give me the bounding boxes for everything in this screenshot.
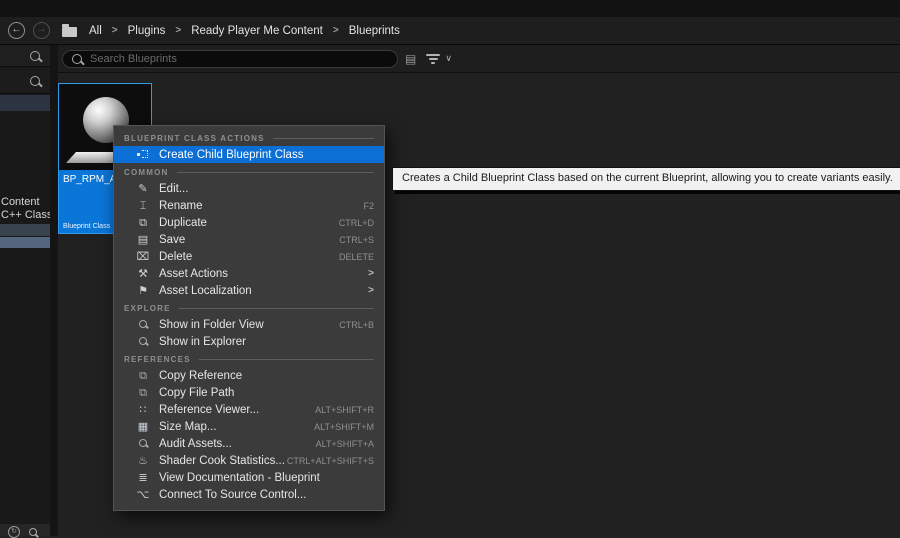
menu-item-copy-file-path[interactable]: ⧉ Copy File Path — [114, 384, 384, 401]
breadcrumb-item-plugins[interactable]: Plugins — [128, 25, 166, 37]
create-child-blueprint-class-icon — [136, 148, 150, 162]
unreal-content-browser-window: ← → All > Plugins > Ready Player Me Cont… — [0, 0, 900, 536]
menu-item-show-in-folder-view[interactable]: Show in Folder View CTRL+B — [114, 316, 384, 333]
copy-path-icon: ⧉ — [136, 386, 150, 400]
menu-section-references: REFERENCES — [114, 352, 384, 367]
menu-section-explore: EXPLORE — [114, 301, 384, 316]
source-control-icon: ⌥ — [136, 488, 150, 502]
menu-item-delete[interactable]: ⌧ Delete DELETE — [114, 248, 384, 265]
pencil-icon: ✎ — [136, 182, 150, 196]
rename-icon: ⌶ — [136, 199, 150, 213]
sources-sidebar: Content C++ Classes ↻ — [0, 45, 50, 536]
save-icon: ▤ — [136, 233, 150, 247]
menu-item-reference-viewer[interactable]: ∷ Reference Viewer... ALT+SHIFT+R — [114, 401, 384, 418]
shader-cook-icon: ♨ — [136, 454, 150, 468]
sidebar-tree-row[interactable] — [0, 224, 50, 236]
menu-item-asset-actions[interactable]: ⚒ Asset Actions > — [114, 265, 384, 282]
circle-arrow-icon[interactable]: ↻ — [8, 526, 20, 538]
wrench-icon: ⚒ — [136, 267, 150, 281]
tree-item-cpp-classes[interactable]: C++ Classes — [1, 209, 50, 222]
menu-item-save[interactable]: ▤ Save CTRL+S — [114, 231, 384, 248]
sidebar-search-row[interactable] — [0, 68, 50, 94]
breadcrumb-separator-icon: > — [112, 25, 118, 36]
submenu-arrow-icon: > — [368, 268, 374, 279]
submenu-arrow-icon: > — [368, 285, 374, 296]
menu-section-blueprint-class-actions: BLUEPRINT CLASS ACTIONS — [114, 131, 384, 146]
menu-item-shader-cook-statistics[interactable]: ♨ Shader Cook Statistics... CTRL+ALT+SHI… — [114, 452, 384, 469]
menu-item-view-documentation[interactable]: ≣ View Documentation - Blueprint — [114, 469, 384, 486]
chevron-down-icon[interactable]: ∨ — [445, 54, 452, 64]
search-icon[interactable] — [30, 76, 40, 86]
back-icon[interactable]: ← — [8, 22, 25, 39]
documentation-icon: ≣ — [136, 471, 150, 485]
asset-context-menu: BLUEPRINT CLASS ACTIONS Create Child Blu… — [113, 125, 385, 511]
window-top-strip — [0, 0, 900, 17]
folder-search-icon — [136, 335, 150, 349]
breadcrumb-separator-icon: > — [175, 25, 181, 36]
breadcrumb-bar: ← → All > Plugins > Ready Player Me Cont… — [0, 17, 900, 45]
tree-item-content[interactable]: Content — [1, 196, 50, 209]
sources-tree: Content C++ Classes — [1, 196, 50, 222]
menu-item-create-child-blueprint-class[interactable]: Create Child Blueprint Class — [114, 146, 384, 163]
breadcrumb-item-all[interactable]: All — [89, 25, 102, 37]
save-all-icon[interactable]: ▤ — [405, 52, 416, 66]
sidebar-tree-row-selected[interactable] — [0, 237, 50, 248]
tooltip: Creates a Child Blueprint Class based on… — [392, 167, 900, 191]
menu-item-audit-assets[interactable]: Audit Assets... ALT+SHIFT+A — [114, 435, 384, 452]
filter-icon[interactable] — [426, 54, 440, 64]
content-browser-toolbar: ▤ ∨ — [58, 45, 900, 73]
sidebar-footer: ↻ — [0, 524, 50, 536]
sidebar-selected-row[interactable] — [0, 95, 50, 111]
sidebar-search-row[interactable] — [0, 45, 50, 67]
menu-section-common: COMMON — [114, 165, 384, 180]
trash-icon: ⌧ — [136, 250, 150, 264]
menu-item-show-in-explorer[interactable]: Show in Explorer — [114, 333, 384, 350]
menu-item-asset-localization[interactable]: ⚑ Asset Localization > — [114, 282, 384, 299]
search-icon — [72, 54, 82, 64]
menu-item-duplicate[interactable]: ⧉ Duplicate CTRL+D — [114, 214, 384, 231]
folder-search-icon — [136, 318, 150, 332]
copy-reference-icon: ⧉ — [136, 369, 150, 383]
search-input[interactable] — [88, 52, 388, 66]
size-map-icon: ▦ — [136, 420, 150, 434]
breadcrumb-item-ready-player-me-content[interactable]: Ready Player Me Content — [191, 25, 323, 37]
menu-item-rename[interactable]: ⌶ Rename F2 — [114, 197, 384, 214]
breadcrumb-separator-icon: > — [333, 25, 339, 36]
breadcrumb-item-blueprints[interactable]: Blueprints — [349, 25, 400, 37]
menu-item-connect-to-source-control[interactable]: ⌥ Connect To Source Control... — [114, 486, 384, 503]
flag-icon: ⚑ — [136, 284, 150, 298]
duplicate-icon: ⧉ — [136, 216, 150, 230]
folder-icon — [62, 27, 77, 37]
reference-viewer-icon: ∷ — [136, 403, 150, 417]
search-icon[interactable] — [29, 528, 37, 536]
menu-item-copy-reference[interactable]: ⧉ Copy Reference — [114, 367, 384, 384]
forward-icon[interactable]: → — [33, 22, 50, 39]
audit-assets-icon — [136, 437, 150, 451]
search-box[interactable] — [62, 50, 398, 68]
search-icon[interactable] — [30, 51, 40, 61]
menu-item-size-map[interactable]: ▦ Size Map... ALT+SHIFT+M — [114, 418, 384, 435]
menu-item-edit[interactable]: ✎ Edit... — [114, 180, 384, 197]
